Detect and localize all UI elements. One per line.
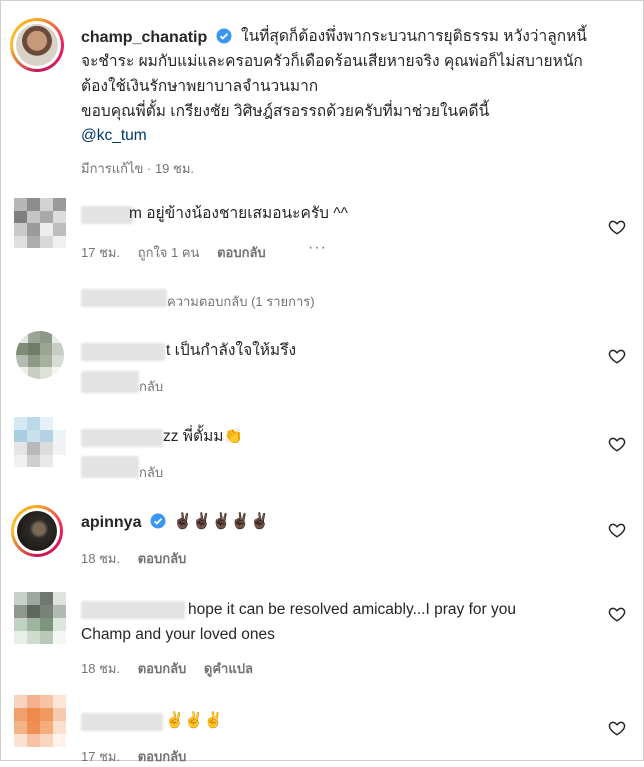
comment-2-avatar[interactable] — [16, 331, 64, 379]
comment-6-meta: 17 ชม. ตอบกลับ — [81, 746, 186, 767]
comment-1-text: m อยู่ข้างน้องชายเสมอนะครับ ^^ — [129, 205, 348, 222]
view-replies-line-redacted — [81, 289, 167, 307]
comment-5-like-heart-icon[interactable] — [608, 605, 626, 623]
comment-4-like-heart-icon[interactable] — [608, 521, 626, 539]
comment-1-username-redacted — [81, 206, 133, 224]
comment-3-like-heart-icon[interactable] — [608, 435, 626, 453]
caption-text-line-4: ขอบคุณพี่ตั้ม เกรียงชัย วิศิษฎ์สรอรรถด้ว… — [81, 103, 490, 120]
comment-6-time: 17 ชม. — [81, 749, 121, 764]
comment-4-reply-button[interactable]: ตอบกลับ — [138, 551, 187, 566]
comment-4-text: ✌🏿✌🏿✌🏿✌🏿✌🏿 — [173, 513, 270, 530]
verified-badge-icon — [216, 28, 232, 44]
comment-3-avatar[interactable] — [14, 417, 66, 467]
caption-meta: มีการแก้ไข · 19 ชม. — [81, 161, 195, 176]
comment-5-avatar[interactable] — [14, 592, 66, 644]
comment-4-username-row: apinnya — [81, 513, 166, 532]
caption-text-line-1: ในที่สุดก็ต้องพึ่งพากระบวนการยุติธรรม หว… — [241, 28, 587, 45]
view-replies-button[interactable]: ความตอบกลับ (1 รายการ) — [167, 291, 315, 312]
comment-5-username-redacted — [81, 601, 185, 619]
comment-3-reply-button[interactable]: กลับ — [139, 462, 163, 483]
comment-4-username[interactable]: apinnya — [81, 514, 141, 531]
comment-1-likes[interactable]: ถูกใจ 1 คน — [138, 245, 200, 260]
comment-3-username-redacted — [81, 429, 163, 447]
comment-1-time: 17 ชม. — [81, 245, 121, 260]
comment-5-text-line-1: hope it can be resolved amicably...I pra… — [188, 601, 516, 618]
comment-3-text: zz พี่ตั้มม👏 — [163, 428, 243, 445]
comment-1-avatar[interactable] — [14, 198, 66, 248]
comment-2-like-heart-icon[interactable] — [608, 347, 626, 365]
caption-username-row: champ_chanatip — [81, 28, 232, 47]
comments-panel: champ_chanatip ในที่สุดก็ต้องพึ่งพากระบว… — [0, 0, 644, 764]
comment-5-reply-button[interactable]: ตอบกลับ — [138, 661, 187, 676]
comment-2-username-redacted — [81, 343, 165, 361]
comment-2-reply-button[interactable]: กลับ — [139, 376, 163, 397]
verified-badge-icon — [150, 513, 166, 529]
caption-avatar[interactable] — [10, 18, 64, 72]
comment-6-username-redacted — [81, 713, 163, 731]
comment-5-meta: 18 ชม. ตอบกลับ ดูคำแปล — [81, 658, 253, 679]
comment-6-reply-button[interactable]: ตอบกลับ — [138, 749, 187, 764]
comment-2-meta-redacted — [81, 371, 139, 393]
caption-text-line-3: ต้องใช้เงินรักษาพยาบาลจำนวนมาก — [81, 78, 319, 95]
caption-username[interactable]: champ_chanatip — [81, 29, 207, 46]
comment-1-like-heart-icon[interactable] — [608, 218, 626, 236]
comment-4-avatar[interactable] — [11, 505, 63, 557]
comment-2-text: t เป็นกำลังใจให้มรึง — [166, 342, 297, 359]
comment-6-avatar[interactable] — [14, 695, 66, 747]
caption-mention-link[interactable]: @kc_tum — [81, 125, 147, 147]
comment-3-meta-redacted — [81, 456, 139, 478]
comment-4-meta: 18 ชม. ตอบกลับ — [81, 548, 186, 569]
comment-1-reply-button[interactable]: ตอบกลับ — [217, 245, 266, 260]
comment-1-meta: 17 ชม. ถูกใจ 1 คน ตอบกลับ — [81, 242, 266, 263]
comment-5-translate-button[interactable]: ดูคำแปล — [204, 661, 253, 676]
comment-5-time: 18 ชม. — [81, 661, 121, 676]
caption-text-line-2: จะชำระ ผมกับแม่และครอบครัวก็เดือดร้อนเสี… — [81, 53, 583, 70]
comment-5-text-line-2: Champ and your loved ones — [81, 626, 275, 643]
comment-1-more-icon[interactable]: ··· — [308, 239, 327, 257]
comment-6-like-heart-icon[interactable] — [608, 719, 626, 737]
comment-6-text: ✌️✌️✌️ — [165, 712, 223, 729]
comment-4-time: 18 ชม. — [81, 551, 121, 566]
